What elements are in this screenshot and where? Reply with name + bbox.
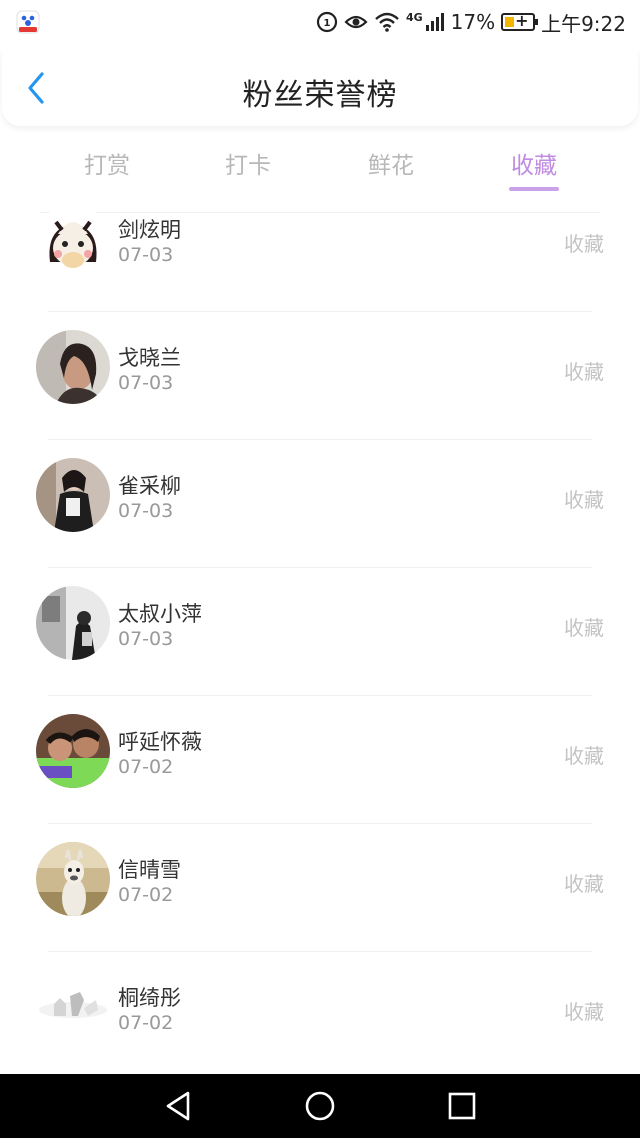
tab-favorites[interactable]: 收藏 [484,146,584,180]
tab-checkin[interactable]: 打卡 [198,146,298,180]
eye-comfort-icon [344,15,368,29]
fan-list: 剑炫明 07-03 收藏 戈晓兰 07-03 收藏 雀采柳 07-03 收藏 太… [0,212,640,1072]
avatar [36,714,110,788]
tab-bar: 打赏 打卡 鲜花 收藏 [0,140,640,200]
list-item[interactable]: 戈晓兰 07-03 收藏 [0,312,640,440]
fan-name: 剑炫明 [118,218,181,242]
fan-date: 07-03 [118,500,174,522]
fan-name: 雀采柳 [118,474,181,498]
person-avatar-icon [36,714,110,788]
tab-flowers[interactable]: 鲜花 [341,146,441,180]
fan-date: 07-03 [118,244,174,266]
fan-name: 桐绮彤 [118,986,181,1010]
app-notification-icon [16,10,40,34]
fan-name: 戈晓兰 [118,346,181,370]
fan-date: 07-02 [118,884,174,906]
avatar [36,330,110,404]
favorite-label: 收藏 [564,360,604,384]
data-saver-icon: 1 [316,11,338,33]
page-title: 粉丝荣誉榜 [242,78,398,113]
cartoon-avatar-icon [36,212,110,278]
recents-square-icon[interactable] [444,1088,480,1124]
fan-name: 呼延怀薇 [118,730,202,754]
avatar [36,970,110,1044]
tab-reward[interactable]: 打赏 [57,146,157,180]
person-avatar-icon [36,458,110,532]
person-avatar-icon [36,586,110,660]
header: 粉丝荣誉榜 [2,48,638,126]
favorite-label: 收藏 [564,232,604,256]
favorite-label: 收藏 [564,1000,604,1024]
system-navigation-bar [0,1074,640,1138]
list-item[interactable]: 太叔小萍 07-03 收藏 [0,568,640,696]
fan-date: 07-02 [118,756,174,778]
alpaca-avatar-icon [36,842,110,916]
status-icons: 1 4G 17% + 上午9:22 [316,8,626,36]
active-tab-indicator [509,187,559,191]
battery-icon: + [501,11,539,31]
avatar [36,842,110,916]
avatar [36,212,110,278]
avatar [36,458,110,532]
fan-date: 07-02 [118,1012,174,1034]
fan-name: 信晴雪 [118,858,181,882]
favorite-label: 收藏 [564,616,604,640]
home-circle-icon[interactable] [302,1088,338,1124]
back-triangle-icon[interactable] [160,1088,196,1124]
clock: 上午9:22 [541,11,626,36]
favorite-label: 收藏 [564,488,604,512]
svg-text:1: 1 [323,18,330,29]
fan-date: 07-03 [118,372,174,394]
fan-date: 07-03 [118,628,174,650]
fan-name: 太叔小萍 [118,602,202,626]
list-item[interactable]: 信晴雪 07-02 收藏 [0,824,640,952]
favorite-label: 收藏 [564,872,604,896]
sketch-avatar-icon [36,970,110,1044]
status-bar: 1 4G 17% + 上午9:22 [0,0,640,44]
signal-icon [425,13,444,31]
list-item[interactable]: 桐绮彤 07-02 收藏 [0,952,640,1072]
list-item[interactable]: 雀采柳 07-03 收藏 [0,440,640,568]
person-avatar-icon [36,330,110,404]
avatar [36,586,110,660]
network-type: 4G [405,10,423,24]
battery-percent: 17% [450,10,496,34]
wifi-icon [375,12,399,32]
list-item[interactable]: 呼延怀薇 07-02 收藏 [0,696,640,824]
favorite-label: 收藏 [564,744,604,768]
